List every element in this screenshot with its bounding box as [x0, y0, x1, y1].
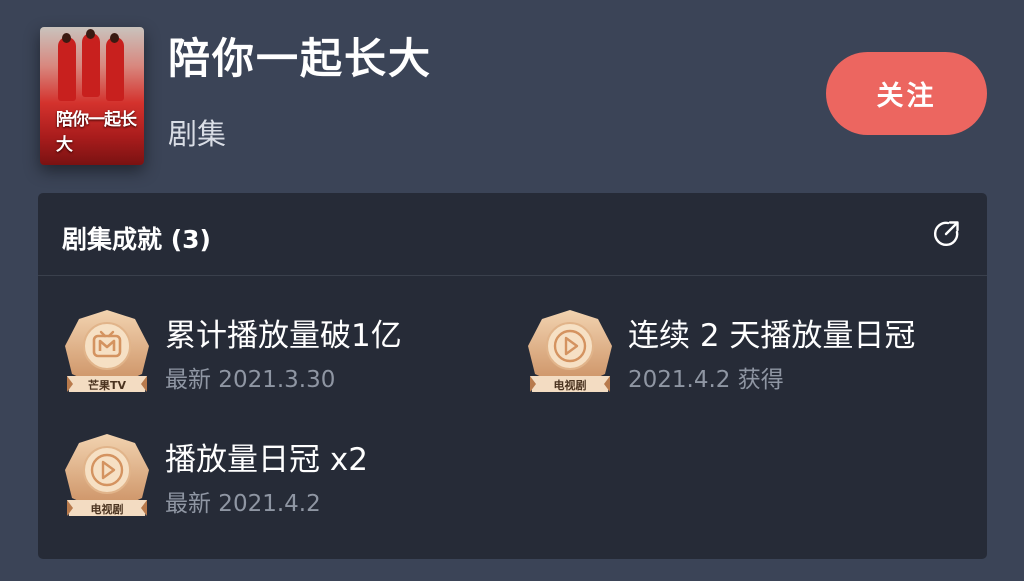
- follow-button[interactable]: 关注: [826, 52, 987, 135]
- share-icon[interactable]: [931, 219, 961, 249]
- badge-label: 芒果TV: [87, 379, 127, 392]
- achievements-header: 剧集成就 (3): [38, 193, 987, 276]
- badge-label: 电视剧: [553, 379, 587, 392]
- show-poster[interactable]: 陪你一起长大: [40, 27, 144, 165]
- poster-figure: [106, 37, 124, 101]
- show-category: 剧集: [168, 117, 227, 151]
- achievements-title: 剧集成就 (3): [62, 225, 211, 254]
- poster-figure-head: [62, 33, 71, 43]
- poster-figure-head: [86, 29, 95, 39]
- poster-figure: [58, 37, 76, 101]
- achievements-card: 剧集成就 (3) 芒果TV 累计播放量破1亿 最新 2021.3.30 电视剧 …: [38, 193, 987, 559]
- achievement-name: 播放量日冠 x2: [165, 442, 368, 478]
- achievement-date: 最新 2021.4.2: [165, 491, 321, 517]
- achievement-date: 2021.4.2 获得: [628, 367, 784, 393]
- achievement-name: 累计播放量破1亿: [165, 318, 402, 354]
- achievement-date: 最新 2021.3.30: [165, 367, 336, 393]
- poster-figure: [82, 33, 100, 97]
- poster-title: 陪你一起长大: [56, 110, 137, 155]
- achievement-name: 连续 2 天播放量日冠: [628, 318, 916, 354]
- badge-label: 电视剧: [90, 503, 124, 516]
- poster-figure-head: [110, 33, 119, 43]
- show-title: 陪你一起长大: [168, 34, 433, 83]
